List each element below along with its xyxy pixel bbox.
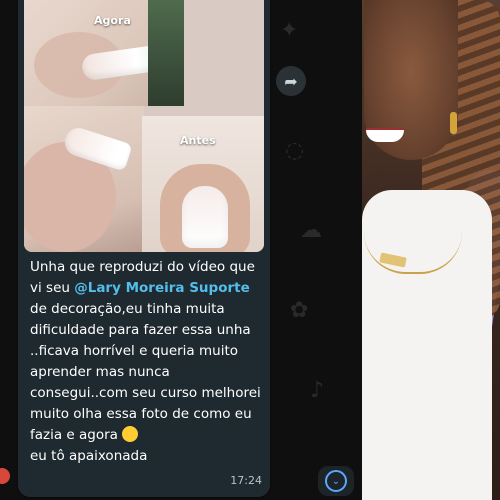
photo-after: Agora [24, 0, 184, 106]
photo-hand [24, 106, 144, 252]
forward-button[interactable]: ➦ [276, 66, 306, 96]
doodle-icon: ♪ [310, 378, 325, 403]
message-image-collage[interactable]: Agora Antes [24, 0, 264, 252]
photo-before: Antes [142, 116, 264, 252]
chevron-down-icon: ⌄ [325, 470, 347, 492]
heart-eyes-emoji-icon [121, 426, 138, 442]
message-text: Unha que reproduzi do vídeo que vi seu @… [30, 257, 262, 467]
mention-link[interactable]: @Lary Moreira Suporte [74, 280, 250, 296]
doodle-icon: ☁ [300, 218, 322, 243]
message-timestamp: 17:24 [230, 474, 262, 487]
caption-after: Agora [94, 14, 131, 27]
smile [366, 130, 404, 142]
share-forward-icon: ➦ [284, 71, 298, 91]
doodle-icon: ◌ [285, 138, 305, 163]
message-bubble[interactable]: Agora Antes Unha que reproduzi do vídeo … [18, 0, 270, 497]
doodle-icon: ✦ [280, 18, 299, 43]
earring [450, 112, 457, 134]
scroll-to-bottom-button[interactable]: ⌄ [318, 466, 354, 496]
doodle-icon: ✿ [290, 298, 309, 323]
presenter-video [362, 0, 500, 500]
message-text-part: de decoração,eu tinha muita dificuldade … [30, 301, 261, 443]
caption-before: Antes [180, 134, 216, 147]
message-text-end: eu tô apaixonada [30, 448, 148, 464]
